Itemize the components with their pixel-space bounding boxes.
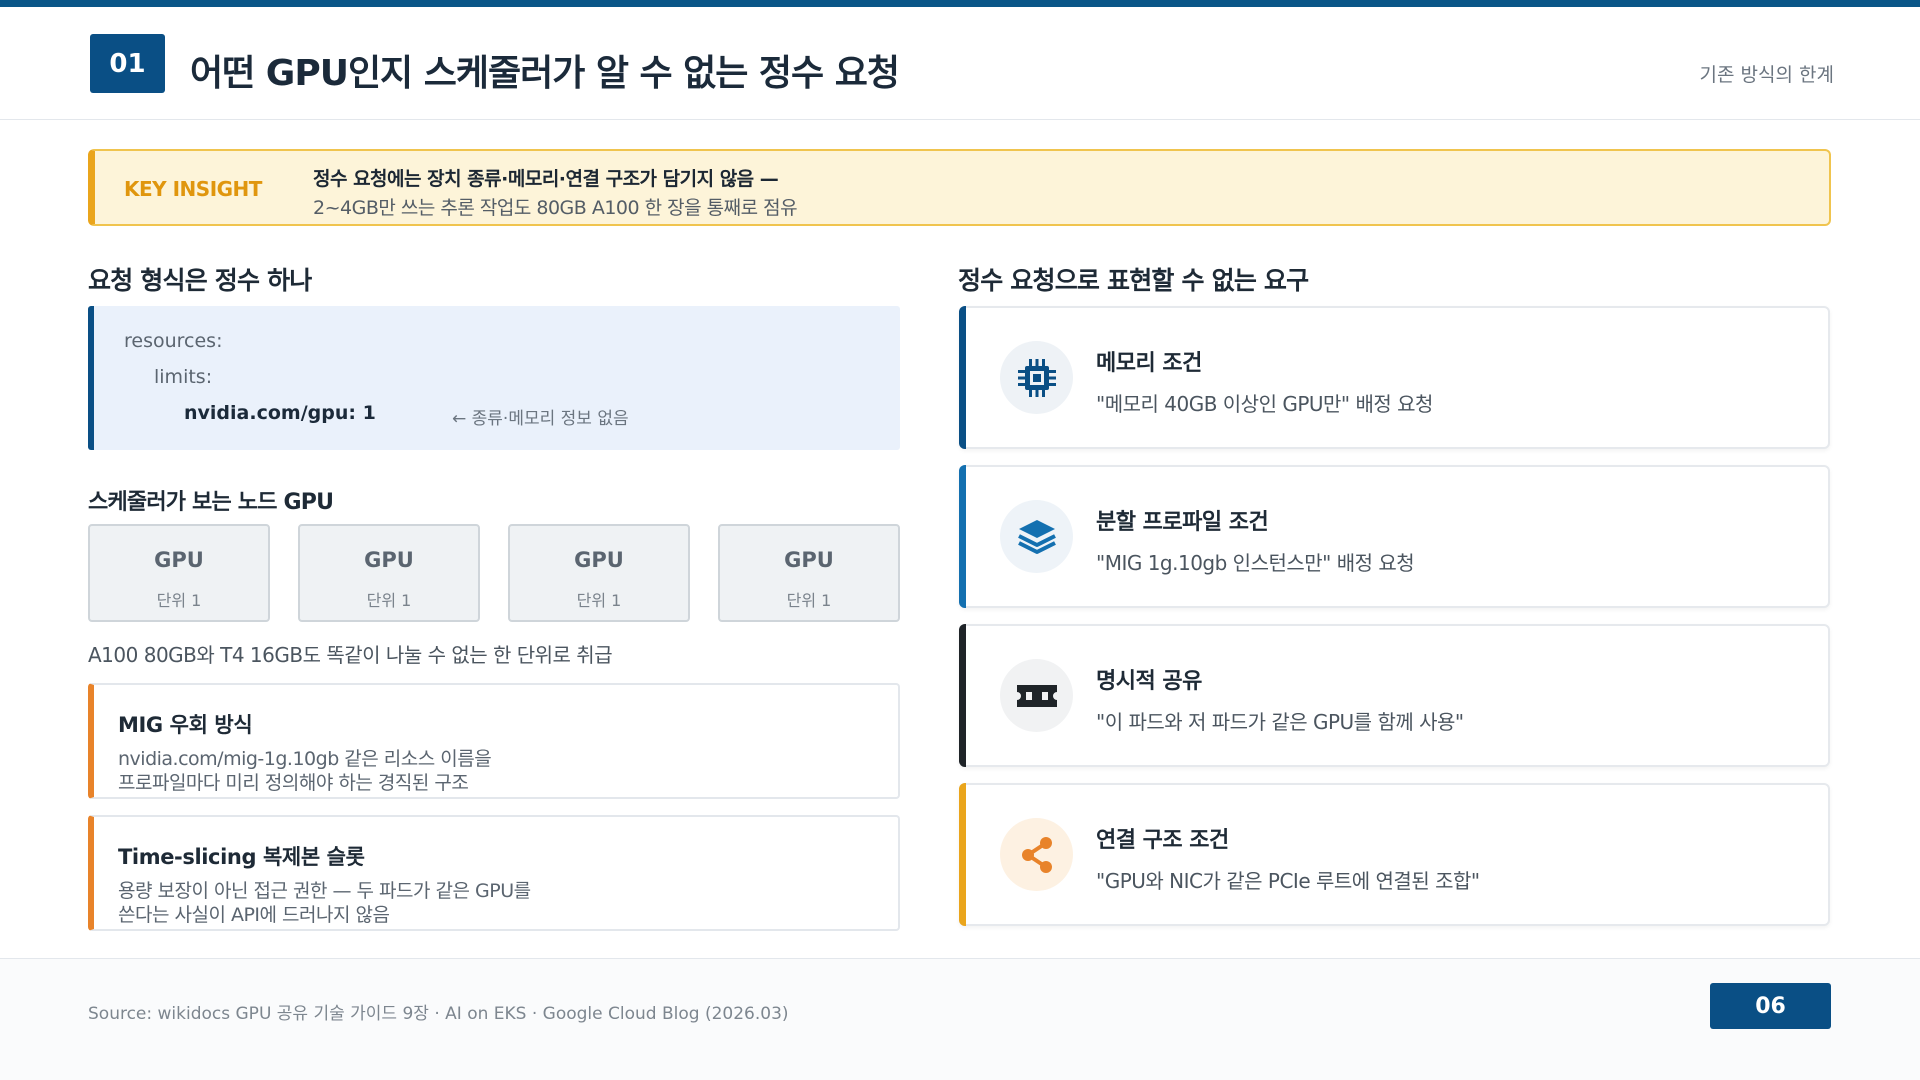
requirement-desc: "MIG 1g.10gb 인스턴스만" 배정 요청 bbox=[1096, 551, 1415, 575]
gpu-label: GPU bbox=[154, 548, 204, 572]
requirement-card-partition: 분할 프로파일 조건 "MIG 1g.10gb 인스턴스만" 배정 요청 bbox=[959, 465, 1830, 608]
chip-icon bbox=[1000, 341, 1073, 414]
share-icon bbox=[1000, 818, 1073, 891]
top-accent-bar bbox=[0, 0, 1920, 7]
key-insight-label: KEY INSIGHT bbox=[124, 177, 262, 201]
card-accent-bar bbox=[959, 624, 966, 767]
gpu-unit: 단위 1 bbox=[576, 591, 622, 610]
code-line-limits: limits: bbox=[154, 366, 213, 388]
layers-icon bbox=[1000, 500, 1073, 573]
slide-footer: Source: wikidocs GPU 공유 기술 가이드 9장 · AI o… bbox=[0, 958, 1920, 1080]
gpu-label: GPU bbox=[364, 548, 414, 572]
gpu-card: GPU 단위 1 bbox=[298, 524, 480, 622]
ticket-icon bbox=[1000, 659, 1073, 732]
key-insight-detail: 2~4GB만 쓰는 추론 작업도 80GB A100 한 장을 통째로 점유 bbox=[313, 197, 798, 219]
request-format-heading: 요청 형식은 정수 하나 bbox=[88, 266, 312, 295]
workaround-desc-line2: 쓴다는 사실이 API에 드러나지 않음 bbox=[118, 904, 390, 926]
workaround-desc-line1: nvidia.com/mig-1g.10gb 같은 리소스 이름을 bbox=[118, 748, 492, 770]
requirement-card-memory: 메모리 조건 "메모리 40GB 이상인 GPU만" 배정 요청 bbox=[959, 306, 1830, 449]
requirement-title: 연결 구조 조건 bbox=[1096, 828, 1229, 853]
key-insight-box: KEY INSIGHT 정수 요청에는 장치 종류·메모리·연결 구조가 담기지… bbox=[88, 149, 1831, 226]
workaround-card-timeslicing: Time-slicing 복제본 슬롯 용량 보장이 아닌 접근 권한 — 두 … bbox=[88, 815, 900, 931]
source-citation: Source: wikidocs GPU 공유 기술 가이드 9장 · AI o… bbox=[88, 1004, 789, 1024]
gpu-card: GPU 단위 1 bbox=[88, 524, 270, 622]
requirement-card-sharing: 명시적 공유 "이 파드와 저 파드가 같은 GPU를 함께 사용" bbox=[959, 624, 1830, 767]
workaround-desc-line2: 프로파일마다 미리 정의해야 하는 경직된 구조 bbox=[118, 772, 469, 794]
requirement-desc: "GPU와 NIC가 같은 PCIe 루트에 연결된 조합" bbox=[1096, 869, 1480, 893]
node-gpu-heading: 스케줄러가 보는 노드 GPU bbox=[88, 490, 334, 515]
requirement-title: 분할 프로파일 조건 bbox=[1096, 510, 1269, 535]
slide-header: 01 어떤 GPU인지 스케줄러가 알 수 없는 정수 요청 기존 방식의 한계 bbox=[0, 7, 1920, 120]
unexpressible-requirements-heading: 정수 요청으로 표현할 수 없는 요구 bbox=[958, 266, 1309, 295]
code-line-resources: resources: bbox=[124, 330, 223, 352]
gpu-unit: 단위 1 bbox=[786, 591, 832, 610]
card-accent-bar bbox=[959, 465, 966, 608]
workaround-card-mig: MIG 우회 방식 nvidia.com/mig-1g.10gb 같은 리소스 … bbox=[88, 683, 900, 799]
card-accent-bar bbox=[959, 306, 966, 449]
workaround-title: MIG 우회 방식 bbox=[118, 713, 253, 737]
key-insight-headline: 정수 요청에는 장치 종류·메모리·연결 구조가 담기지 않음 — bbox=[313, 168, 779, 190]
gpu-label: GPU bbox=[574, 548, 624, 572]
section-number-badge: 01 bbox=[90, 34, 165, 93]
gpu-card: GPU 단위 1 bbox=[718, 524, 900, 622]
gpu-label: GPU bbox=[784, 548, 834, 572]
gpu-unit: 단위 1 bbox=[156, 591, 202, 610]
page-title: 어떤 GPU인지 스케줄러가 알 수 없는 정수 요청 bbox=[190, 53, 900, 94]
code-note: ← 종류·메모리 정보 없음 bbox=[452, 409, 629, 429]
page-number-badge: 06 bbox=[1710, 983, 1831, 1029]
requirement-desc: "이 파드와 저 파드가 같은 GPU를 함께 사용" bbox=[1096, 710, 1464, 734]
code-example: resources: limits: nvidia.com/gpu: 1 ← 종… bbox=[88, 306, 900, 450]
workaround-title: Time-slicing 복제본 슬롯 bbox=[118, 845, 365, 869]
requirement-title: 명시적 공유 bbox=[1096, 669, 1202, 694]
code-line-gpu: nvidia.com/gpu: 1 bbox=[184, 402, 376, 424]
requirement-title: 메모리 조건 bbox=[1096, 351, 1202, 376]
gpu-caption: A100 80GB와 T4 16GB도 똑같이 나눌 수 없는 한 단위로 취급 bbox=[88, 643, 613, 667]
card-accent-bar bbox=[959, 783, 966, 926]
requirement-card-topology: 연결 구조 조건 "GPU와 NIC가 같은 PCIe 루트에 연결된 조합" bbox=[959, 783, 1830, 926]
section-tag: 기존 방식의 한계 bbox=[1699, 64, 1834, 86]
gpu-card: GPU 단위 1 bbox=[508, 524, 690, 622]
workaround-desc-line1: 용량 보장이 아닌 접근 권한 — 두 파드가 같은 GPU를 bbox=[118, 880, 531, 902]
gpu-unit: 단위 1 bbox=[366, 591, 412, 610]
requirement-desc: "메모리 40GB 이상인 GPU만" 배정 요청 bbox=[1096, 392, 1433, 416]
